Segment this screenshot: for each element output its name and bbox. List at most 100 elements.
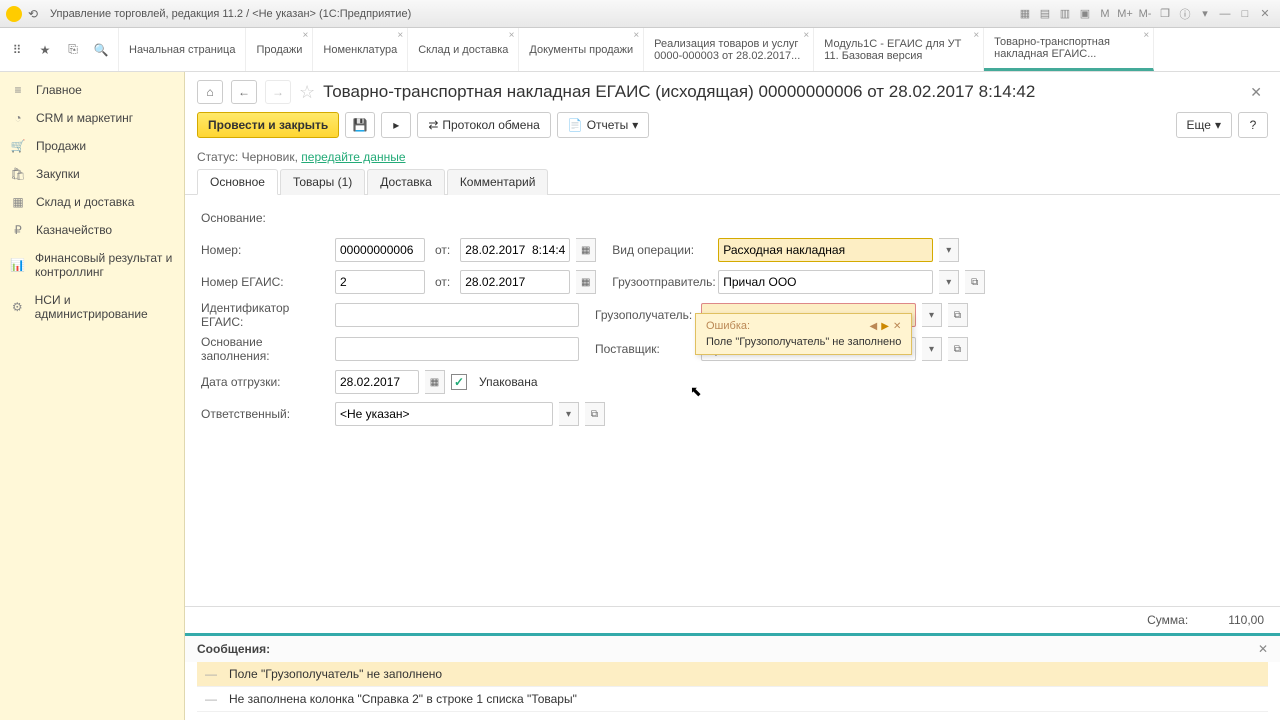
mminus-icon[interactable]: M- <box>1136 5 1154 23</box>
top-tab[interactable]: Номенклатура× <box>313 28 408 71</box>
status-link[interactable]: передайте данные <box>301 150 405 164</box>
star-icon[interactable]: ★ <box>34 39 56 61</box>
shipdate-field[interactable] <box>335 370 419 394</box>
top-tab[interactable]: Товарно-транспортная накладная ЕГАИС...× <box>984 28 1154 71</box>
consignee-open-icon[interactable]: ⧉ <box>948 303 968 327</box>
reports-button[interactable]: 📄 Отчеты ▾ <box>557 112 649 138</box>
responsible-dropdown-icon[interactable]: ▾ <box>559 402 579 426</box>
top-tab[interactable]: Продажи× <box>246 28 313 71</box>
sidebar-item[interactable]: ₽Казначейство <box>0 216 184 244</box>
sidebar-item[interactable]: 📊Финансовый результат и контроллинг <box>0 244 184 286</box>
top-tab[interactable]: Документы продажи× <box>519 28 644 71</box>
status-line: Статус: Черновик, передайте данные <box>185 146 1280 168</box>
tab-close-icon[interactable]: × <box>633 30 639 41</box>
datetime-field[interactable] <box>460 238 570 262</box>
m-icon[interactable]: M <box>1096 5 1114 23</box>
egais-id-field[interactable] <box>335 303 579 327</box>
sidebar-item-label: Главное <box>36 83 82 97</box>
number-field[interactable] <box>335 238 425 262</box>
close-document-icon[interactable]: ✕ <box>1244 84 1268 101</box>
sidebar-item-label: Закупки <box>36 167 80 181</box>
messages-close-icon[interactable]: ✕ <box>1258 642 1268 656</box>
windows-icon[interactable]: ❐ <box>1156 5 1174 23</box>
supplier-open-icon[interactable]: ⧉ <box>948 337 968 361</box>
sidebar-item[interactable]: ▦Склад и доставка <box>0 188 184 216</box>
packed-checkbox[interactable]: ✓ <box>451 374 467 390</box>
post-button[interactable]: ▸ <box>381 112 411 138</box>
tab-close-icon[interactable]: × <box>509 30 515 41</box>
calendar-icon[interactable]: ▦ <box>425 370 445 394</box>
calc-icon[interactable]: ▤ <box>1036 5 1054 23</box>
form-tab[interactable]: Товары (1) <box>280 169 365 195</box>
sidebar-icon: ▦ <box>10 195 26 209</box>
sidebar-item[interactable]: ≡Главное <box>0 76 184 104</box>
shipper-field[interactable] <box>718 270 933 294</box>
history-icon[interactable]: ⎘ <box>62 39 84 61</box>
tab-close-icon[interactable]: × <box>803 30 809 41</box>
dash-icon: — <box>205 667 217 681</box>
message-row[interactable]: — Не заполнена колонка "Справка 2" в стро… <box>197 687 1268 712</box>
top-tab[interactable]: Модуль1С - ЕГАИС для УТ 11. Базовая верс… <box>814 28 984 71</box>
refresh-icon[interactable]: ⟲ <box>28 7 42 21</box>
more-button[interactable]: Еще ▾ <box>1176 112 1232 138</box>
grid-icon[interactable]: ▦ <box>1016 5 1034 23</box>
tab-close-icon[interactable]: × <box>973 30 979 41</box>
form-tab[interactable]: Комментарий <box>447 169 549 195</box>
optype-dropdown-icon[interactable]: ▾ <box>939 238 959 262</box>
error-next-icon[interactable]: ▶ <box>881 321 889 332</box>
shipper-dropdown-icon[interactable]: ▾ <box>939 270 959 294</box>
responsible-field[interactable] <box>335 402 553 426</box>
sidebar-item[interactable]: ⚙НСИ и администрирование <box>0 286 184 328</box>
sidebar-item[interactable]: 🛍Закупки <box>0 160 184 188</box>
sidebar-item[interactable]: ◔CRM и маркетинг <box>0 104 184 132</box>
egais-num-label: Номер ЕГАИС: <box>201 275 329 289</box>
tab-close-icon[interactable]: × <box>1143 30 1149 41</box>
favorite-star-icon[interactable]: ☆ <box>299 82 315 103</box>
message-text: Не заполнена колонка "Справка 2" в строк… <box>229 692 577 706</box>
minimize-icon[interactable]: — <box>1216 5 1234 23</box>
tab-close-icon[interactable]: × <box>303 30 309 41</box>
calendar-icon[interactable]: ▦ <box>576 270 596 294</box>
sum-value: 110,00 <box>1228 613 1264 627</box>
info-icon[interactable]: ⓘ <box>1176 5 1194 23</box>
maximize-icon[interactable]: □ <box>1236 5 1254 23</box>
tab-close-icon[interactable]: × <box>397 30 403 41</box>
calendar-icon[interactable]: ▦ <box>576 238 596 262</box>
egais-num-field[interactable] <box>335 270 425 294</box>
calendar-icon[interactable]: ▥ <box>1056 5 1074 23</box>
sidebar-item[interactable]: 🛒Продажи <box>0 132 184 160</box>
apps-icon[interactable]: ⠿ <box>6 39 28 61</box>
back-button[interactable]: ← <box>231 80 257 104</box>
dash-icon: — <box>205 692 217 706</box>
top-tab[interactable]: Начальная страница <box>119 28 246 71</box>
supplier-dropdown-icon[interactable]: ▾ <box>922 337 942 361</box>
message-row[interactable]: — Поле "Грузополучатель" не заполнено <box>197 662 1268 687</box>
error-prev-icon[interactable]: ◀ <box>870 321 878 332</box>
egais-date-field[interactable] <box>460 270 570 294</box>
error-close-icon[interactable]: ✕ <box>893 321 901 332</box>
mplus-icon[interactable]: M+ <box>1116 5 1134 23</box>
fillbasis-field[interactable] <box>335 337 579 361</box>
post-and-close-button[interactable]: Провести и закрыть <box>197 112 339 138</box>
error-title: Ошибка: <box>706 320 866 332</box>
home-button[interactable]: ⌂ <box>197 80 223 104</box>
message-text: Поле "Грузополучатель" не заполнено <box>229 667 442 681</box>
form-tab[interactable]: Основное <box>197 169 278 195</box>
sidebar-item-label: CRM и маркетинг <box>36 111 133 125</box>
forward-button[interactable]: → <box>265 80 291 104</box>
tool-icon[interactable]: ▣ <box>1076 5 1094 23</box>
form-tab[interactable]: Доставка <box>367 169 445 195</box>
optype-field[interactable] <box>718 238 933 262</box>
protocol-button[interactable]: ⇄ Протокол обмена <box>417 112 550 138</box>
basis-label: Основание: <box>201 211 329 225</box>
top-tab[interactable]: Склад и доставка× <box>408 28 519 71</box>
top-tab[interactable]: Реализация товаров и услуг 0000-000003 о… <box>644 28 814 71</box>
help-button[interactable]: ? <box>1238 112 1268 138</box>
consignee-dropdown-icon[interactable]: ▾ <box>922 303 942 327</box>
save-button[interactable]: 💾 <box>345 112 375 138</box>
dropdown-icon[interactable]: ▾ <box>1196 5 1214 23</box>
responsible-open-icon[interactable]: ⧉ <box>585 402 605 426</box>
search-icon[interactable]: 🔍 <box>90 39 112 61</box>
shipper-open-icon[interactable]: ⧉ <box>965 270 985 294</box>
close-icon[interactable]: ✕ <box>1256 5 1274 23</box>
